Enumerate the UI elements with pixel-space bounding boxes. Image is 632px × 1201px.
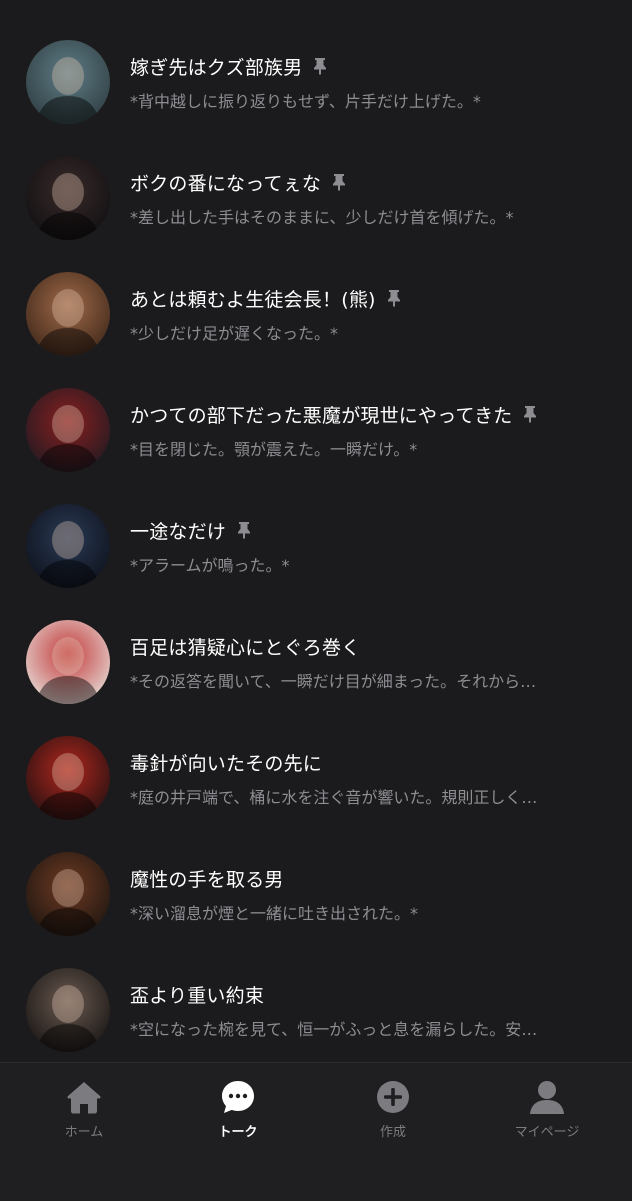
chat-title: あとは頼むよ生徒会長！(熊) [130, 288, 376, 311]
chat-list-item[interactable]: 一途なだけ *アラームが鳴った。* [0, 504, 632, 620]
plus-circle-icon [373, 1077, 413, 1117]
chat-list-item[interactable]: 魔性の手を取る男 *深い溜息が煙と一緒に吐き出された。* [0, 852, 632, 968]
pin-icon [331, 173, 347, 191]
chat-preview: *その返答を聞いて、一瞬だけ目が細まった。それから… [130, 672, 537, 691]
nav-mypage[interactable]: マイページ [468, 1077, 626, 1147]
chat-title: かつての部下だった悪魔が現世にやってきた [130, 404, 513, 427]
pin-icon [312, 57, 328, 75]
chat-list-item[interactable]: 百足は猜疑心にとぐろ巻く *その返答を聞いて、一瞬だけ目が細まった。それから… [0, 620, 632, 736]
character-avatar-icon[interactable] [26, 968, 110, 1052]
chat-title-row: 魔性の手を取る男 [130, 864, 284, 892]
nav-mypage-label: マイページ [514, 1125, 580, 1140]
chat-title: 毒針が向いたその先に [130, 752, 323, 775]
chat-preview: *背中越しに振り返りもせず、片手だけ上げた。* [130, 92, 481, 111]
chat-title-row: 毒針が向いたその先に [130, 748, 322, 776]
chat-list-item[interactable]: 盃より重い約束 *空になった椀を見て、恒一がふっと息を漏らした。安… [0, 968, 632, 1062]
chat-bubble-icon [218, 1077, 258, 1117]
chat-preview: *少しだけ足が遅くなった。* [130, 324, 339, 343]
chat-list-item[interactable]: 毒針が向いたその先に *庭の井戸端で、桶に水を注ぐ音が響いた。規則正しく… [0, 736, 632, 852]
chat-title-row: 一途なだけ [130, 516, 252, 544]
pin-icon [236, 521, 252, 539]
character-avatar-icon[interactable] [26, 852, 110, 936]
character-avatar-icon[interactable] [26, 504, 110, 588]
character-avatar-icon[interactable] [26, 620, 110, 704]
nav-create-label: 作成 [379, 1125, 406, 1140]
chat-preview: *深い溜息が煙と一緒に吐き出された。* [130, 904, 419, 923]
chat-title: ボクの番になってぇな [130, 172, 322, 195]
nav-create[interactable]: 作成 [314, 1077, 472, 1147]
nav-talk[interactable]: トーク [159, 1077, 317, 1147]
chat-title: 魔性の手を取る男 [130, 868, 284, 891]
nav-home[interactable]: ホーム [5, 1077, 163, 1147]
chat-title-row: ボクの番になってぇな [130, 168, 347, 196]
chat-preview: *目を閉じた。顎が震えた。一瞬だけ。* [130, 440, 418, 459]
character-avatar-icon[interactable] [26, 388, 110, 472]
chat-title-row: 盃より重い約束 [130, 980, 264, 1008]
chat-title-row: 嫁ぎ先はクズ部族男 [130, 52, 328, 80]
chat-title: 盃より重い約束 [130, 984, 265, 1007]
chat-title: 嫁ぎ先はクズ部族男 [130, 56, 303, 79]
chat-preview: *庭の井戸端で、桶に水を注ぐ音が響いた。規則正しく… [130, 788, 538, 807]
character-avatar-icon[interactable] [26, 40, 110, 124]
chat-list: 嫁ぎ先はクズ部族男 *背中越しに振り返りもせず、片手だけ上げた。* ボクの番にな… [0, 0, 632, 1062]
chat-preview: *空になった椀を見て、恒一がふっと息を漏らした。安… [130, 1020, 538, 1039]
pin-icon [522, 405, 538, 423]
chat-title: 百足は猜疑心にとぐろ巻く [130, 636, 361, 659]
nav-talk-label: トーク [218, 1125, 258, 1140]
character-avatar-icon[interactable] [26, 272, 110, 356]
chat-preview: *アラームが鳴った。* [130, 556, 290, 575]
chat-title-row: 百足は猜疑心にとぐろ巻く [130, 632, 360, 660]
chat-list-item[interactable]: 嫁ぎ先はクズ部族男 *背中越しに振り返りもせず、片手だけ上げた。* [0, 40, 632, 156]
character-avatar-icon[interactable] [26, 156, 110, 240]
chat-title-row: あとは頼むよ生徒会長！(熊) [130, 284, 402, 312]
chat-title-row: かつての部下だった悪魔が現世にやってきた [130, 400, 538, 428]
person-icon [527, 1077, 567, 1117]
chat-title: 一途なだけ [130, 520, 227, 543]
chat-list-item[interactable]: あとは頼むよ生徒会長！(熊) *少しだけ足が遅くなった。* [0, 272, 632, 388]
pin-icon [386, 289, 402, 307]
bottom-navigation: ホーム トーク 作成 マイページ [0, 1062, 632, 1201]
character-avatar-icon[interactable] [26, 736, 110, 820]
home-icon [64, 1077, 104, 1117]
nav-home-label: ホーム [64, 1125, 104, 1140]
chat-list-item[interactable]: かつての部下だった悪魔が現世にやってきた *目を閉じた。顎が震えた。一瞬だけ。* [0, 388, 632, 504]
chat-preview: *差し出した手はそのままに、少しだけ首を傾げた。* [130, 208, 514, 227]
chat-list-item[interactable]: ボクの番になってぇな *差し出した手はそのままに、少しだけ首を傾げた。* [0, 156, 632, 272]
